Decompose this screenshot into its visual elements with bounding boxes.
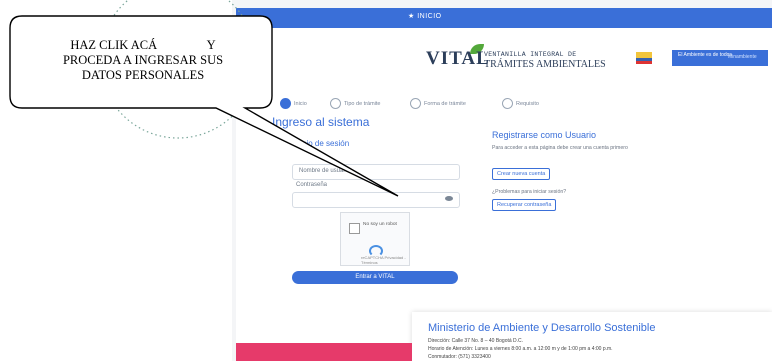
callout-line-3: DATOS PERSONALES <box>81 68 205 82</box>
callout-line-2: PROCEDA A INGRESAR SUS <box>62 53 224 67</box>
callout-text: HAZ CLIK ACÁ Y PROCEDA A INGRESAR SUS DA… <box>16 38 270 83</box>
callout-line-1: HAZ CLIK ACÁ Y <box>70 38 216 52</box>
